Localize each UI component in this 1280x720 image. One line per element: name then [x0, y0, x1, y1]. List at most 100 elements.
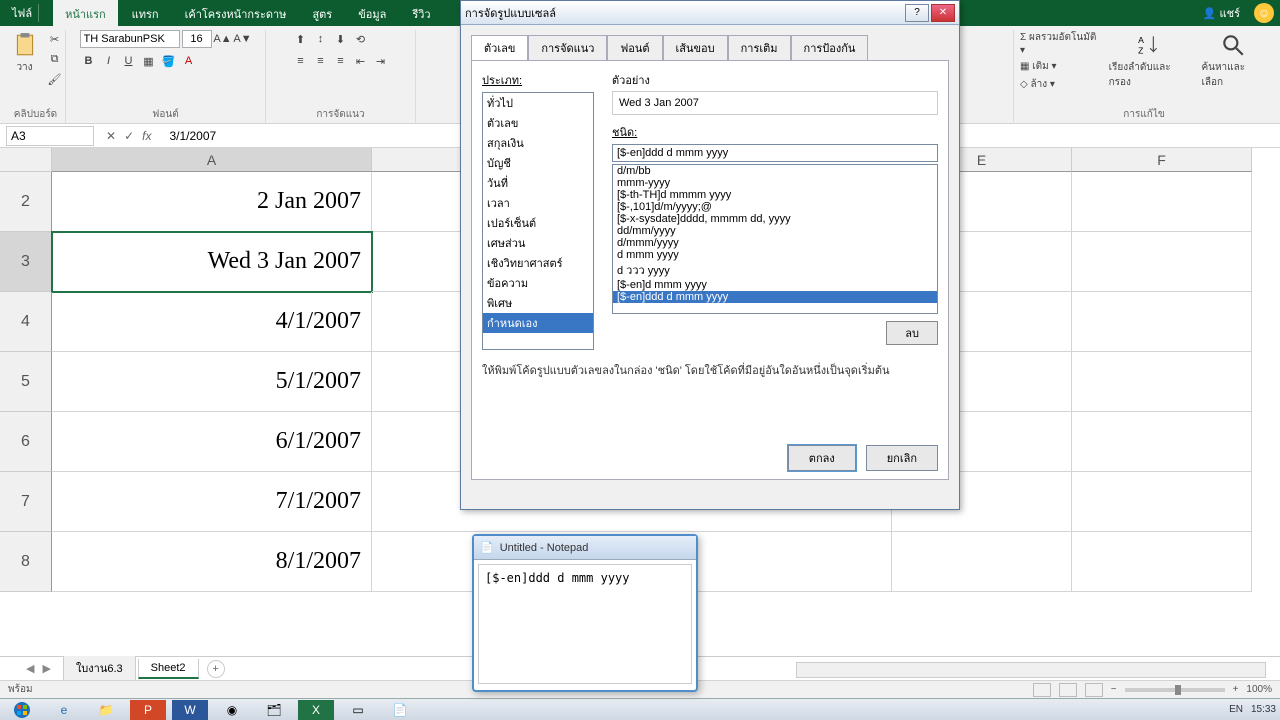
cell[interactable]: 6/1/2007 — [52, 412, 372, 472]
select-all-corner[interactable] — [0, 148, 52, 172]
cell[interactable]: 7/1/2007 — [52, 472, 372, 532]
notepad-window[interactable]: 📄 Untitled - Notepad [$-en]ddd d mmm yyy… — [472, 534, 698, 692]
cut-icon[interactable]: ✂ — [46, 30, 64, 48]
fill-button[interactable]: ▦ เติม ▾ — [1020, 59, 1101, 74]
type-input[interactable] — [612, 144, 938, 162]
share-button[interactable]: 👤 แชร์ — [1203, 4, 1240, 22]
align-right-icon[interactable]: ≡ — [332, 52, 350, 70]
font-name-select[interactable] — [80, 30, 180, 48]
format-painter-icon[interactable]: 🖌 — [46, 70, 64, 88]
cell[interactable]: 5/1/2007 — [52, 352, 372, 412]
font-size-select[interactable] — [182, 30, 212, 48]
start-button[interactable] — [4, 700, 40, 720]
cancel-formula-icon[interactable]: ✕ — [106, 129, 116, 143]
category-item[interactable]: สกุลเงิน — [483, 133, 593, 153]
increase-font-icon[interactable]: A▲ — [214, 30, 232, 48]
type-item[interactable]: mmm-yyyy — [613, 177, 937, 189]
dlg-tab-font[interactable]: ฟอนต์ — [607, 35, 662, 60]
dialog-titlebar[interactable]: การจัดรูปแบบเซลล์ ? ✕ — [461, 1, 959, 25]
horizontal-scrollbar[interactable] — [796, 662, 1266, 678]
tab-page-layout[interactable]: เค้าโครงหน้ากระดาษ — [173, 0, 299, 28]
category-item[interactable]: พิเศษ — [483, 293, 593, 313]
cell[interactable] — [1072, 352, 1252, 412]
cell[interactable] — [892, 532, 1072, 592]
dialog-help-button[interactable]: ? — [905, 4, 929, 22]
cell[interactable]: 2 Jan 2007 — [52, 172, 372, 232]
align-left-icon[interactable]: ≡ — [292, 52, 310, 70]
zoom-slider[interactable] — [1125, 688, 1225, 692]
lang-indicator[interactable]: EN — [1229, 704, 1243, 715]
file-menu[interactable]: ไฟล์ — [6, 4, 39, 22]
dlg-tab-protection[interactable]: การป้องกัน — [791, 35, 869, 60]
cell[interactable] — [1072, 232, 1252, 292]
zoom-level[interactable]: 100% — [1246, 684, 1272, 695]
sheet-tab-0[interactable]: ใบงาน6.3 — [63, 656, 136, 681]
type-item[interactable]: d/mmm/yyyy — [613, 237, 937, 249]
category-listbox[interactable]: ทั่วไปตัวเลขสกุลเงินบัญชีวันที่เวลาเปอร์… — [482, 92, 594, 350]
cell[interactable]: 4/1/2007 — [52, 292, 372, 352]
sort-filter-button[interactable]: AZ เรียงลำดับและกรอง — [1105, 30, 1194, 92]
paste-button[interactable]: วาง — [8, 30, 42, 77]
category-item[interactable]: เชิงวิทยาศาสตร์ — [483, 253, 593, 273]
category-item[interactable]: กำหนดเอง — [483, 313, 593, 333]
notepad-titlebar[interactable]: 📄 Untitled - Notepad — [474, 536, 696, 560]
cell[interactable] — [1072, 532, 1252, 592]
sheet-tab-1[interactable]: Sheet2 — [138, 659, 199, 679]
row-header[interactable]: 2 — [0, 172, 52, 232]
decrease-indent-icon[interactable]: ⇤ — [352, 52, 370, 70]
dlg-tab-number[interactable]: ตัวเลข — [471, 35, 528, 60]
type-listbox[interactable]: d/m/bbmmm-yyyy[$-th-TH]d mmmm yyyy[$-,10… — [612, 164, 938, 314]
type-item[interactable]: dd/mm/yyyy — [613, 225, 937, 237]
tab-data[interactable]: ข้อมูล — [346, 0, 398, 28]
tab-review[interactable]: รีวิว — [400, 0, 442, 28]
align-bottom-icon[interactable]: ⬇ — [332, 30, 350, 48]
align-center-icon[interactable]: ≡ — [312, 52, 330, 70]
bold-button[interactable]: B — [80, 52, 98, 70]
type-item[interactable]: [$-,101]d/m/yyyy;@ — [613, 201, 937, 213]
find-select-button[interactable]: ค้นหาและเลือก — [1197, 30, 1268, 92]
view-normal-icon[interactable] — [1033, 683, 1051, 697]
view-break-icon[interactable] — [1085, 683, 1103, 697]
decrease-font-icon[interactable]: A▼ — [234, 30, 252, 48]
category-item[interactable]: วันที่ — [483, 173, 593, 193]
border-button[interactable]: ▦ — [140, 52, 158, 70]
type-item[interactable]: d/m/bb — [613, 165, 937, 177]
cell[interactable] — [1072, 172, 1252, 232]
category-item[interactable]: ข้อความ — [483, 273, 593, 293]
cell[interactable] — [1072, 292, 1252, 352]
category-item[interactable]: เวลา — [483, 193, 593, 213]
delete-format-button[interactable]: ลบ — [886, 321, 938, 345]
category-item[interactable]: ทั่วไป — [483, 93, 593, 113]
align-middle-icon[interactable]: ↕ — [312, 30, 330, 48]
name-box[interactable]: A3 — [6, 126, 94, 146]
fill-color-button[interactable]: 🪣 — [160, 52, 178, 70]
italic-button[interactable]: I — [100, 52, 118, 70]
type-item[interactable]: d mmm yyyy — [613, 249, 937, 261]
word-icon[interactable]: W — [172, 700, 208, 720]
row-header[interactable]: 3 — [0, 232, 52, 292]
excel-icon[interactable]: X — [298, 700, 334, 720]
ie-icon[interactable]: e — [46, 700, 82, 720]
type-item[interactable]: [$-en]ddd d mmm yyyy — [613, 291, 937, 303]
tab-formulas[interactable]: สูตร — [300, 0, 344, 28]
folder-icon[interactable]: 🗂 — [256, 700, 292, 720]
align-top-icon[interactable]: ⬆ — [292, 30, 310, 48]
fx-icon[interactable]: fx — [142, 129, 151, 143]
zoom-in-icon[interactable]: + — [1233, 684, 1239, 695]
type-item[interactable]: [$-en]d mmm yyyy — [613, 279, 937, 291]
cell[interactable]: Wed 3 Jan 2007 — [52, 232, 372, 292]
clock[interactable]: 15:33 — [1251, 704, 1276, 715]
type-item[interactable]: [$-x-sysdate]dddd, mmmm dd, yyyy — [613, 213, 937, 225]
view-layout-icon[interactable] — [1059, 683, 1077, 697]
app-icon[interactable]: ▭ — [340, 700, 376, 720]
category-item[interactable]: ตัวเลข — [483, 113, 593, 133]
zoom-out-icon[interactable]: − — [1111, 684, 1117, 695]
font-color-button[interactable]: A — [180, 52, 198, 70]
powerpoint-icon[interactable]: P — [130, 700, 166, 720]
sheet-nav-prev-icon[interactable]: ◀ — [26, 662, 34, 675]
explorer-icon[interactable]: 📁 — [88, 700, 124, 720]
category-item[interactable]: บัญชี — [483, 153, 593, 173]
dialog-close-button[interactable]: ✕ — [931, 4, 955, 22]
row-header[interactable]: 4 — [0, 292, 52, 352]
accept-formula-icon[interactable]: ✓ — [124, 129, 134, 143]
